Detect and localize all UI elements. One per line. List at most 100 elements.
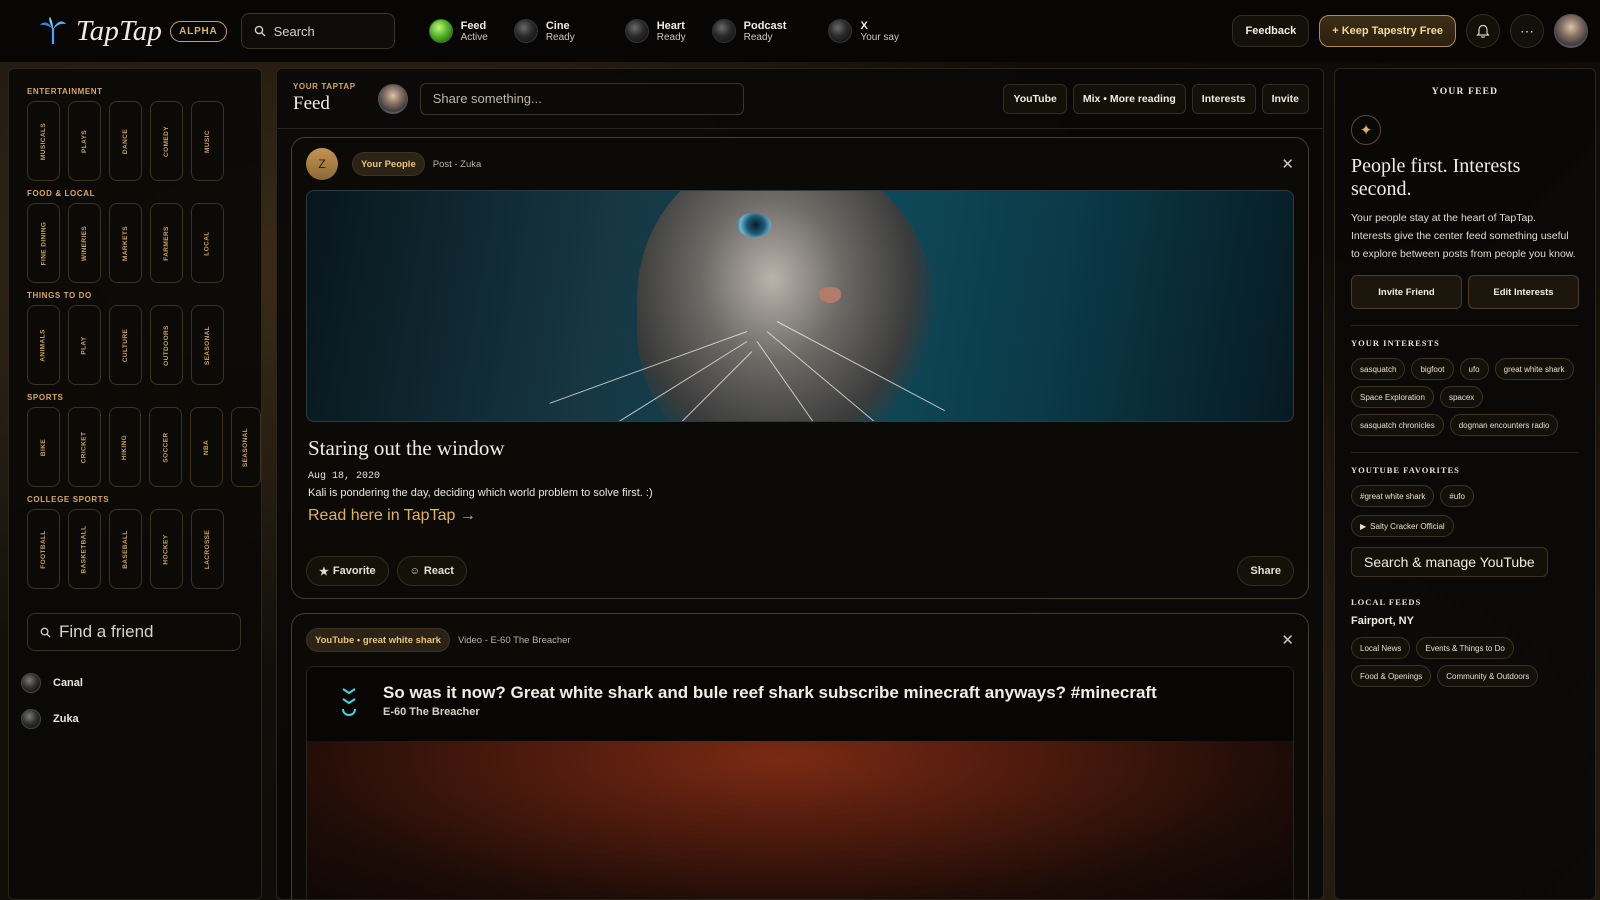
channel-cine[interactable]: Cine Ready [513, 19, 575, 43]
channel-podcast[interactable]: Podcast Ready [711, 19, 786, 43]
tile-bike[interactable]: BIKE [27, 407, 60, 487]
tile-label: BASKETBALL [81, 524, 88, 574]
friend-item[interactable]: Zuka [21, 709, 261, 729]
tile-hiking[interactable]: HIKING [108, 407, 142, 487]
post-meta: Post - Zuka [432, 158, 482, 170]
youtube-tag-chip[interactable]: #ufo [1440, 485, 1474, 507]
local-feed-chip[interactable]: Local News [1351, 637, 1411, 659]
tile-play[interactable]: PLAY [68, 305, 101, 385]
local-feed-chips: Local News Events & Things to Do Food & … [1351, 637, 1579, 687]
tile-markets[interactable]: MARKETS [109, 203, 142, 283]
tile-basketball[interactable]: BASKETBALL [68, 509, 101, 589]
feedback-button[interactable]: Feedback [1232, 15, 1310, 47]
video-thumbnail [307, 741, 1293, 899]
tile-dance[interactable]: DANCE [109, 101, 142, 181]
share-button[interactable]: Share [1237, 556, 1294, 586]
author-avatar[interactable]: Z [306, 148, 338, 180]
interests-list: sasquatch bigfoot ufo great white shark … [1351, 358, 1579, 436]
close-icon[interactable]: ✕ [1281, 631, 1294, 649]
tile-cricket[interactable]: CRICKET [67, 407, 101, 487]
tile-label: CRICKET [80, 431, 88, 463]
tile-label: SEASONAL [242, 427, 250, 467]
tile-label: PLAY [81, 335, 88, 355]
channel-heart[interactable]: Heart Ready [624, 19, 686, 43]
search-input[interactable]: Search [240, 13, 395, 49]
tile-wineries[interactable]: WINERIES [68, 203, 101, 283]
tile-label: LOCAL [203, 230, 211, 256]
interest-chip[interactable]: great white shark [1494, 358, 1574, 380]
youtube-channel-chip[interactable]: ▶ Salty Cracker Official [1351, 515, 1454, 537]
youtube-tag-chip[interactable]: #great white shark [1351, 485, 1435, 507]
channel-feed[interactable]: Feed Active [428, 19, 488, 43]
section-title: ENTERTAINMENT [27, 87, 103, 96]
local-feeds-title: LOCAL FEEDS [1351, 597, 1422, 607]
video-player[interactable]: So was it now? Great white shark and bul… [306, 666, 1294, 899]
interest-chip[interactable]: ufo [1459, 358, 1489, 380]
channel-name: Heart [656, 19, 685, 32]
tile-lacrosse[interactable]: LACROSSE [191, 509, 224, 589]
tile-nba[interactable]: NBA [190, 407, 224, 487]
tile-label: MUSIC [203, 129, 211, 153]
feed-filter-buttons: YouTube Mix • More reading Interests Inv… [1003, 83, 1309, 114]
favorite-button[interactable]: ★ Favorite [306, 556, 389, 586]
post-tag: Your People [352, 152, 425, 176]
tile-label: OUTDOORS [163, 324, 171, 366]
tile-soccer[interactable]: SOCCER [149, 407, 183, 487]
friend-item[interactable]: Canal [21, 673, 261, 693]
mix-button[interactable]: Mix • More reading [1072, 83, 1186, 114]
tile-outdoors[interactable]: OUTDOORS [150, 305, 183, 385]
tile-football[interactable]: FOOTBALL [27, 509, 60, 589]
close-icon[interactable]: ✕ [1281, 155, 1294, 173]
read-in-taptap-link[interactable]: Read here in TapTap → [308, 507, 476, 525]
interest-chip[interactable]: bigfoot [1411, 358, 1454, 380]
react-button[interactable]: ☺ React [396, 556, 467, 586]
tile-hockey[interactable]: HOCKEY [150, 509, 183, 589]
share-input[interactable]: Share something... [419, 82, 744, 115]
tile-fine-dining[interactable]: FINE DINING [27, 203, 60, 283]
tile-animals[interactable]: ANIMALS [27, 305, 60, 385]
tile-local[interactable]: LOCAL [191, 203, 224, 283]
manage-youtube-button[interactable]: Search & manage YouTube [1351, 547, 1548, 577]
interest-chip[interactable]: sasquatch [1351, 358, 1406, 380]
interest-chip[interactable]: dogman encounters radio [1449, 414, 1559, 436]
tile-musicals[interactable]: MUSICALS [27, 101, 60, 181]
edit-interests-button[interactable]: Edit Interests [1468, 275, 1579, 309]
friend-avatar [21, 709, 41, 729]
feed-post-video: YouTube • great white shark Video - E-60… [291, 613, 1309, 899]
channel-name: X [860, 19, 868, 32]
local-feed-chip[interactable]: Community & Outdoors [1437, 665, 1539, 687]
tile-baseball[interactable]: BASEBALL [109, 509, 142, 589]
tile-music[interactable]: MUSIC [191, 101, 224, 181]
find-friend-placeholder: Find a friend [59, 622, 154, 641]
tile-label: CULTURE [122, 328, 129, 362]
interest-chip[interactable]: sasquatch chronicles [1351, 414, 1444, 436]
logo[interactable]: TapTap [38, 15, 162, 48]
tile-farmers[interactable]: FARMERS [150, 203, 183, 283]
user-avatar[interactable] [1554, 14, 1588, 48]
search-placeholder: Search [273, 23, 315, 39]
channel-x[interactable]: X Your say [828, 19, 899, 43]
search-icon [40, 627, 51, 638]
tile-seasonal[interactable]: SEASONAL [191, 305, 224, 385]
youtube-button[interactable]: YouTube [1003, 83, 1067, 114]
center-feed: YOUR TAPTAP Feed Share something... YouT… [276, 68, 1324, 900]
interests-button[interactable]: Interests [1191, 83, 1256, 114]
local-feed-chip[interactable]: Events & Things to Do [1416, 637, 1514, 659]
notifications-button[interactable] [1466, 14, 1500, 48]
keep-free-button[interactable]: + Keep Tapestry Free [1319, 15, 1456, 47]
interest-chip[interactable]: spacex [1439, 386, 1484, 408]
find-friend-input[interactable]: Find a friend [27, 613, 241, 651]
interest-chip[interactable]: Space Exploration [1351, 386, 1434, 408]
youtube-tags: #great white shark #ufo [1351, 485, 1579, 507]
tile-sports-seasonal[interactable]: SEASONAL [231, 407, 261, 487]
more-button[interactable]: ⋯ [1510, 14, 1544, 48]
invite-button[interactable]: Invite [1261, 83, 1309, 114]
section-title: THINGS TO DO [27, 291, 92, 300]
tile-culture[interactable]: CULTURE [109, 305, 142, 385]
tile-comedy[interactable]: COMEDY [150, 101, 183, 181]
invite-friend-button[interactable]: Invite Friend [1351, 275, 1462, 309]
local-feed-chip[interactable]: Food & Openings [1351, 665, 1432, 687]
tile-label: SEASONAL [204, 325, 212, 365]
tile-plays[interactable]: PLAYS [68, 101, 101, 181]
post-image[interactable] [306, 190, 1294, 422]
